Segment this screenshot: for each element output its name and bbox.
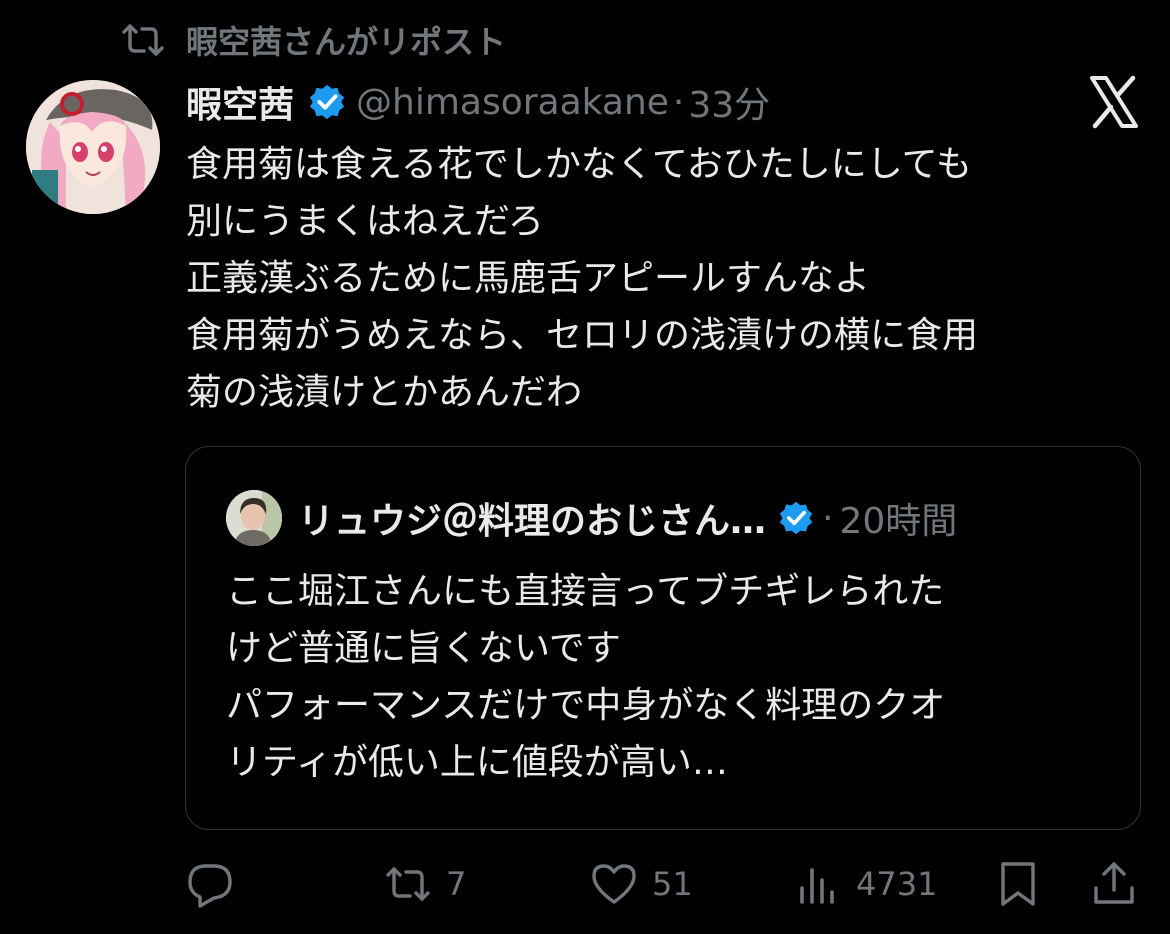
quoted-tweet-line: けど普通に旨くないです bbox=[226, 628, 621, 669]
post-time[interactable]: 33分 bbox=[688, 76, 770, 128]
quoted-tweet-line: ここ堀江さんにも直接言ってブチギレられた bbox=[226, 571, 945, 612]
share-icon bbox=[1094, 862, 1134, 904]
verified-badge-icon bbox=[779, 501, 813, 535]
tweet-header: 暇空茜 @himasoraakane · 33分 bbox=[186, 76, 770, 128]
tweet-line: 別にうまくはねえだろ bbox=[186, 201, 544, 242]
quoted-author-avatar bbox=[226, 490, 282, 546]
repost-text: 暇空茜さんがリポスト bbox=[186, 23, 507, 61]
quoted-tweet-card[interactable]: リュウジ＠料理のおじさん… · 20時間 ここ堀江さんにも直接言ってブチギレられ… bbox=[185, 446, 1141, 830]
quoted-tweet-line: リティが低い上に値段が高い… bbox=[226, 742, 728, 783]
tweet-line: 菊の浅漬けとかあんだわ bbox=[186, 372, 583, 413]
anime-character-avatar-image bbox=[26, 80, 160, 214]
tweet-line: 正義漢ぶるために馬鹿舌アピールすんなよ bbox=[186, 258, 871, 299]
x-logo-icon[interactable] bbox=[1086, 74, 1142, 130]
like-count: 51 bbox=[652, 865, 693, 903]
person-photo-avatar-image bbox=[226, 490, 282, 546]
like-button[interactable]: 51 bbox=[590, 856, 693, 912]
views-button[interactable]: 4731 bbox=[794, 856, 937, 912]
quoted-tweet-header: リュウジ＠料理のおじさん… · 20時間 bbox=[226, 489, 957, 547]
author-name[interactable]: 暇空茜 bbox=[186, 76, 294, 128]
tweet-line: 食用菊は食える花でしかなくておひたしにしても bbox=[186, 144, 972, 185]
repost-count: 7 bbox=[446, 865, 467, 903]
verified-badge-icon bbox=[309, 84, 345, 120]
author-avatar[interactable] bbox=[26, 80, 160, 214]
heart-icon bbox=[592, 864, 636, 904]
separator-dot: · bbox=[822, 497, 834, 539]
repost-icon bbox=[122, 24, 164, 56]
action-bar: 7 51 4731 bbox=[0, 856, 1170, 912]
author-handle[interactable]: @himasoraakane bbox=[356, 82, 669, 123]
quoted-tweet-line: パフォーマンスだけで中身がなく料理のクオ bbox=[226, 685, 946, 726]
repost-indicator[interactable]: 暇空茜さんがリポスト bbox=[120, 18, 506, 62]
reply-icon bbox=[188, 864, 232, 908]
quoted-author-name: リュウジ＠料理のおじさん… bbox=[298, 501, 767, 542]
quoted-tweet-body: ここ堀江さんにも直接言ってブチギレられた けど普通に旨くないです パフォーマンス… bbox=[226, 563, 1126, 791]
share-button[interactable] bbox=[1090, 856, 1138, 912]
views-count: 4731 bbox=[856, 865, 938, 903]
repost-button[interactable]: 7 bbox=[384, 856, 466, 912]
reply-button[interactable] bbox=[186, 856, 234, 912]
bookmark-icon bbox=[1001, 862, 1035, 906]
views-icon bbox=[800, 868, 834, 904]
repost-icon bbox=[386, 867, 430, 901]
quoted-post-time: 20時間 bbox=[839, 501, 958, 542]
bookmark-button[interactable] bbox=[994, 856, 1042, 912]
separator-dot: · bbox=[672, 81, 685, 123]
tweet-line: 食用菊がうめえなら、セロリの浅漬けの横に食用 bbox=[186, 315, 979, 356]
tweet-body: 食用菊は食える花でしかなくておひたしにしても 別にうまくはねえだろ 正義漢ぶるた… bbox=[186, 136, 1146, 421]
